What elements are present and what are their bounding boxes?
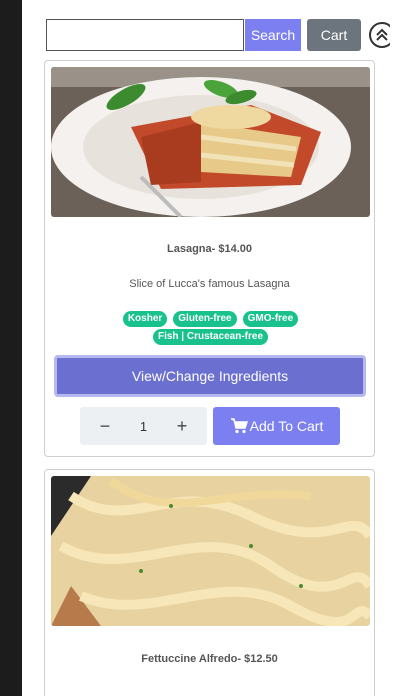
menu-item-card: Fettuccine Alfredo- $12.50 (44, 469, 375, 696)
quantity-stepper: − 1 + (80, 407, 207, 445)
increment-button[interactable]: + (167, 416, 197, 437)
menu-item-card: Lasagna- $14.00 Slice of Lucca's famous … (44, 60, 375, 457)
add-to-cart-label: Add To Cart (249, 418, 324, 434)
badge-gluten-free: Gluten-free (173, 311, 237, 327)
cart-icon (230, 418, 248, 434)
item-name-price: Lasagna- $14.00 (167, 243, 252, 255)
badge-kosher: Kosher (122, 311, 168, 327)
item-name-price: Fettuccine Alfredo- $12.50 (141, 653, 278, 665)
scroll-to-top-button[interactable] (369, 22, 390, 48)
badge-gmo-free: GMO-free (242, 311, 299, 327)
search-input[interactable] (46, 19, 244, 51)
decrement-button[interactable]: − (90, 416, 120, 437)
view-change-ingredients-button[interactable]: View/Change Ingredients (54, 355, 366, 397)
double-chevron-up-icon (376, 28, 388, 41)
dietary-badges: Kosher Gluten-free GMO-free Fish | Crust… (85, 311, 336, 345)
fettuccine-image (51, 476, 370, 626)
lasagna-image (51, 67, 370, 217)
menu-page: Search Cart Lasagna- $14.00 Slice of Luc… (22, 0, 390, 696)
badge-fish-crustacean-free: Fish | Crustacean-free (152, 329, 269, 345)
item-description: Slice of Lucca's famous Lasagna (129, 278, 290, 290)
cart-button[interactable]: Cart (307, 19, 361, 51)
add-to-cart-button[interactable]: Add To Cart (213, 407, 340, 445)
page-gutter (390, 0, 406, 696)
search-button[interactable]: Search (245, 19, 301, 51)
quantity-value: 1 (139, 418, 148, 434)
